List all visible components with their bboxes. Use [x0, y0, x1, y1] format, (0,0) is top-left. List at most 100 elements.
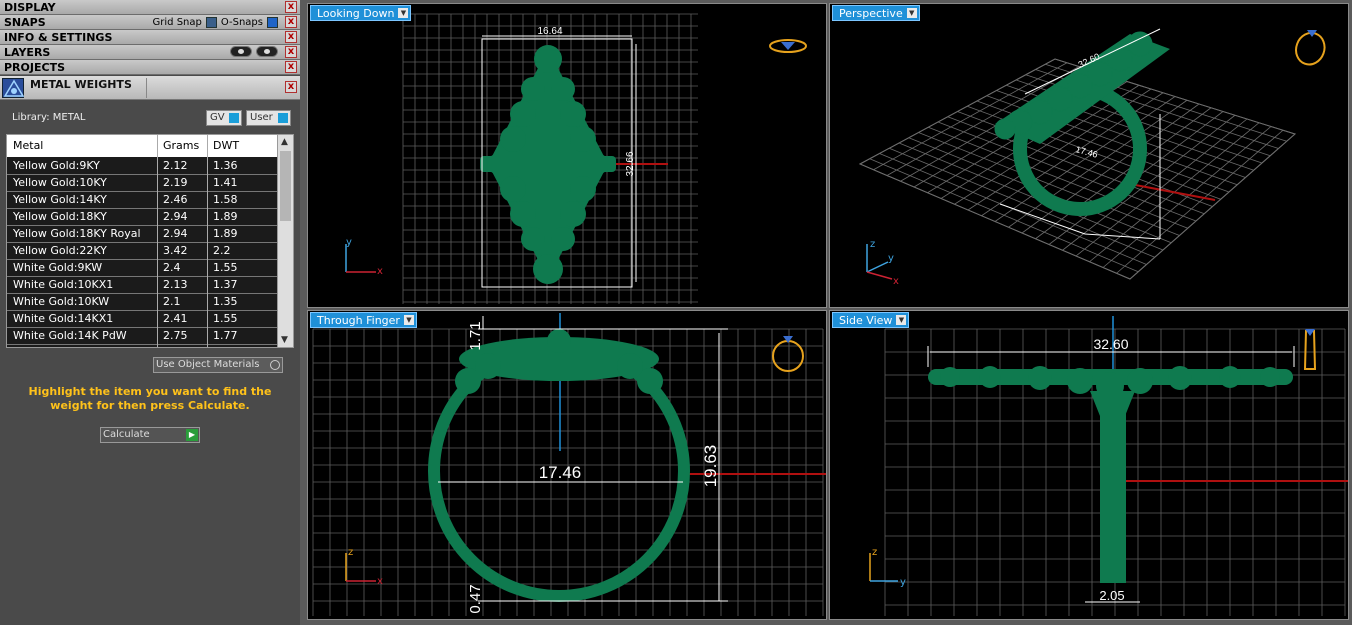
cell-metal: White Gold:10KX1 [13, 278, 114, 291]
toggle-icon [278, 113, 288, 123]
table-row[interactable]: Yellow Gold:18KY 2.94 1.89 [7, 209, 278, 226]
close-icon[interactable]: x [285, 16, 297, 28]
grid-snap-toggle[interactable] [205, 17, 217, 28]
close-icon[interactable]: x [285, 31, 297, 43]
top-view-canvas: 16.64 32.66 y x [345, 13, 807, 304]
o-snaps-label: O-Snaps [220, 17, 263, 28]
chevron-down-icon[interactable]: ▼ [906, 8, 917, 18]
cell-grams: 2.13 [163, 278, 188, 291]
cell-metal: Yellow Gold:14KY [13, 193, 107, 206]
chevron-down-icon[interactable]: ▼ [896, 315, 907, 325]
viewport-through-finger[interactable]: 17.46 19.63 1.71 0.47 z x Through Finger… [307, 310, 827, 620]
play-icon: ▶ [186, 429, 198, 441]
table-row[interactable]: White Gold:9KW 2.4 1.55 [7, 260, 278, 277]
dim-diameter: 17.46 [539, 463, 582, 482]
hide-layers-icon[interactable] [230, 46, 252, 57]
section-snaps[interactable]: SNAPS Grid Snap O-Snaps x [0, 15, 300, 30]
ring-orientation-icon [1295, 30, 1326, 66]
cell-grams: 2.4 [163, 261, 181, 274]
axis-y-label: y [346, 237, 352, 248]
section-projects-label: PROJECTS [4, 61, 65, 74]
divider [207, 135, 208, 347]
axis-z-label: z [872, 547, 877, 558]
user-toggle[interactable]: User [246, 110, 291, 126]
cell-dwt: 1.55 [213, 312, 238, 325]
section-layers[interactable]: LAYERS x [0, 45, 300, 60]
section-display-label: DISPLAY [4, 1, 56, 14]
table-row[interactable]: White Gold:14K PdW 2.75 1.77 [7, 328, 278, 345]
dim-shank: 2.05 [1099, 588, 1124, 603]
cell-dwt: 1.37 [213, 278, 238, 291]
section-display[interactable]: DISPLAY x [0, 0, 300, 15]
section-snaps-label: SNAPS [4, 16, 46, 29]
cell-grams: 2.46 [163, 193, 188, 206]
viewport-perspective[interactable]: 32.60 17.46 z y x Perspective ▼ [829, 3, 1349, 308]
eye-icon[interactable] [256, 46, 278, 57]
column-dwt[interactable]: DWT [213, 139, 239, 152]
cell-grams: 2.41 [163, 312, 188, 325]
metal-weights-header: METAL WEIGHTS x [0, 76, 300, 100]
table-row[interactable]: White Gold:14KX1 2.41 1.55 [7, 311, 278, 328]
instruction-text: Highlight the item you want to find the … [28, 385, 272, 412]
radio-icon[interactable] [270, 360, 280, 370]
cell-dwt: 1.35 [213, 295, 238, 308]
viewport-looking-down[interactable]: 16.64 32.66 y x Looking Down ▼ [307, 3, 827, 308]
axis-x-label: x [377, 576, 383, 587]
use-object-materials-label: Use Object Materials [156, 359, 260, 370]
viewport-side-view[interactable]: 32.60 2.05 z y Side View ▼ [829, 310, 1349, 620]
axis-z-label: z [870, 239, 875, 250]
cell-dwt: 1.41 [213, 176, 238, 189]
axis-x-label: x [377, 266, 383, 277]
metal-weights-table[interactable]: Metal Grams DWT Yellow Gold:9KY 2.12 1.36 Y… [6, 134, 294, 348]
section-info-settings[interactable]: INFO & SETTINGS x [0, 30, 300, 45]
table-row[interactable]: Yellow Gold:10KY 2.19 1.41 [7, 175, 278, 192]
section-info-label: INFO & SETTINGS [4, 31, 113, 44]
axis-y-label: y [900, 577, 906, 588]
cell-dwt: 1.55 [213, 261, 238, 274]
calculate-button[interactable]: Calculate ▶ [100, 427, 200, 443]
dim-height: 32.66 [625, 151, 636, 176]
ring-orientation-icon [772, 336, 804, 372]
table-row[interactable]: Yellow Gold:9KY 2.12 1.36 [7, 158, 278, 175]
table-row[interactable]: Yellow Gold:14KY 2.46 1.58 [7, 192, 278, 209]
cell-metal: Yellow Gold:18KY Royal [13, 227, 141, 240]
close-icon[interactable]: x [285, 1, 297, 13]
close-icon[interactable]: x [285, 61, 297, 73]
table-row[interactable]: Yellow Gold:22KY 3.42 2.2 [7, 243, 278, 260]
chevron-down-icon[interactable]: ▼ [403, 315, 414, 325]
perspective-canvas: 32.60 17.46 z y x [858, 28, 1326, 287]
column-metal[interactable]: Metal [13, 139, 43, 152]
table-scrollbar[interactable]: ▲ ▼ [277, 135, 293, 347]
table-row[interactable]: Yellow Gold:18KY Royal 2.94 1.89 [7, 226, 278, 243]
table-row[interactable]: White Gold:10KW 2.1 1.35 [7, 294, 278, 311]
ring-side-model [928, 366, 1293, 583]
chevron-up-icon[interactable]: ▲ [281, 137, 288, 147]
viewport-label: Side View [839, 314, 893, 327]
cell-metal: Yellow Gold:18KY [13, 210, 107, 223]
dim-width: 32.60 [1093, 336, 1128, 352]
section-projects[interactable]: PROJECTS x [0, 60, 300, 75]
close-icon[interactable]: x [285, 81, 297, 93]
o-snaps-toggle[interactable] [267, 17, 278, 28]
cell-metal: Yellow Gold:9KY [13, 159, 100, 172]
library-label: Library: METAL [12, 112, 86, 123]
scroll-thumb[interactable] [280, 151, 291, 221]
chevron-down-icon[interactable]: ▼ [398, 8, 409, 18]
viewport-menu-through-finger[interactable]: Through Finger ▼ [310, 312, 417, 328]
viewport-menu-looking-down[interactable]: Looking Down ▼ [310, 5, 412, 21]
viewport-menu-side-view[interactable]: Side View ▼ [832, 312, 910, 328]
gv-toggle[interactable]: GV [206, 110, 242, 126]
use-object-materials-option[interactable]: Use Object Materials [153, 357, 283, 373]
close-icon[interactable]: x [285, 46, 297, 58]
cell-dwt: 1.77 [213, 329, 238, 342]
layer-visibility [230, 46, 278, 57]
viewport-label: Looking Down [317, 7, 395, 20]
table-row[interactable]: White Gold:10KX1 2.13 1.37 [7, 277, 278, 294]
section-layers-label: LAYERS [4, 46, 51, 59]
cell-grams: 2.1 [163, 295, 181, 308]
viewport-menu-perspective[interactable]: Perspective ▼ [832, 5, 920, 21]
chevron-down-icon[interactable]: ▼ [281, 335, 288, 345]
column-grams[interactable]: Grams [163, 139, 199, 152]
divider [146, 78, 147, 98]
axis-gizmo: z y x [866, 239, 899, 287]
